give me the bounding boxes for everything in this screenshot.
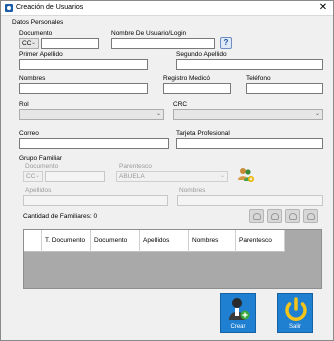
salir-button[interactable]: Salir: [277, 293, 313, 333]
add-family-icon: [238, 168, 254, 182]
chevron-down-icon: ⌄: [155, 111, 161, 117]
tarjeta-profesional-input[interactable]: [176, 138, 323, 149]
chevron-down-icon: ⌄: [314, 111, 320, 117]
crear-label: Crear: [230, 324, 246, 330]
documento-type-select[interactable]: CC ⌄: [19, 38, 39, 49]
crc-select[interactable]: ⌄: [173, 109, 323, 120]
nombres-label: Nombres: [19, 75, 46, 82]
family-grid[interactable]: T. Documento Documento Apellidos Nombres…: [23, 229, 322, 289]
segundo-apellido-label: Segundo Apellido: [176, 51, 227, 58]
rol-select[interactable]: ⌄: [19, 109, 164, 120]
usuario-label: Nombre De Usuario/Login: [111, 30, 187, 37]
registro-medico-label: Registro Medicó: [163, 75, 210, 82]
salir-label: Salir: [288, 324, 301, 330]
usuario-input[interactable]: [111, 38, 215, 49]
documento-input[interactable]: [41, 38, 99, 49]
grid-header-filler: [285, 230, 321, 252]
correo-label: Correo: [19, 130, 39, 137]
familiar-nombres-input[interactable]: [177, 195, 323, 206]
add-user-icon: [229, 298, 250, 320]
family-action-button-3[interactable]: [285, 209, 300, 223]
familiar-parentesco-label: Parentesco: [119, 163, 152, 170]
app-icon: [5, 4, 13, 12]
tarjeta-profesional-label: Tarjeta Profesional: [176, 130, 230, 137]
familiar-documento-type-select[interactable]: CC ⌄: [23, 171, 43, 182]
familiar-documento-input[interactable]: [45, 171, 105, 182]
telefono-label: Teléfono: [246, 75, 271, 82]
chevron-down-icon: ⌄: [219, 173, 225, 179]
documento-type-value: CC: [22, 40, 32, 47]
telefono-input[interactable]: [246, 83, 323, 94]
family-action-button-1[interactable]: [249, 209, 264, 223]
crear-button[interactable]: Crear: [220, 293, 256, 333]
grupo-familiar-label: Grupo Familiar: [19, 155, 62, 162]
datos-personales-label: Datos Personales: [12, 19, 64, 26]
primer-apellido-input[interactable]: [19, 59, 148, 70]
family-edit-icon: [253, 213, 261, 220]
family-grid-header: T. Documento Documento Apellidos Nombres…: [24, 230, 321, 252]
rol-label: Rol: [19, 101, 29, 108]
family-delete-icon: [307, 213, 315, 220]
crc-label: CRC: [173, 101, 188, 108]
registro-medico-input[interactable]: [163, 83, 231, 94]
family-action-button-2[interactable]: [267, 209, 282, 223]
add-family-member-button[interactable]: [236, 165, 255, 184]
chevron-down-icon: ⌄: [30, 40, 36, 46]
family-search-icon: [289, 213, 297, 220]
familiar-documento-label: Documento: [25, 163, 59, 170]
grid-column-header[interactable]: T. Documento: [42, 230, 91, 252]
family-action-button-4[interactable]: [303, 209, 318, 223]
title-bar: Creación de Usuarios ✕: [1, 1, 333, 16]
familiar-apellidos-label: Apellidos: [25, 187, 52, 194]
grid-column-header[interactable]: [24, 230, 42, 252]
familiar-parentesco-select[interactable]: ABUELA ⌄: [116, 171, 228, 182]
correo-input[interactable]: [19, 138, 169, 149]
familiar-parentesco-value: ABUELA: [119, 173, 145, 180]
family-save-icon: [271, 213, 279, 220]
familiar-apellidos-input[interactable]: [23, 195, 168, 206]
user-creation-window: Creación de Usuarios ✕ Datos Personales …: [0, 0, 334, 341]
help-button[interactable]: ?: [220, 37, 232, 49]
cantidad-familiares-label: Cantidad de Familiares: 0: [23, 213, 98, 220]
familiar-nombres-label: Nombres: [179, 187, 206, 194]
nombres-input[interactable]: [19, 83, 148, 94]
grid-column-header[interactable]: Nombres: [189, 230, 236, 252]
grid-column-header[interactable]: Documento: [91, 230, 140, 252]
power-icon: [285, 297, 307, 321]
window-title: Creación de Usuarios: [16, 4, 84, 11]
chevron-down-icon: ⌄: [34, 173, 40, 179]
grid-column-header[interactable]: Apellidos: [140, 230, 189, 252]
close-button[interactable]: ✕: [317, 2, 329, 14]
primer-apellido-label: Primer Apellido: [19, 51, 63, 58]
familiar-documento-type-value: CC: [26, 173, 36, 180]
grid-column-header[interactable]: Parentesco: [236, 230, 285, 252]
documento-label: Documento: [19, 30, 53, 37]
segundo-apellido-input[interactable]: [176, 59, 323, 70]
